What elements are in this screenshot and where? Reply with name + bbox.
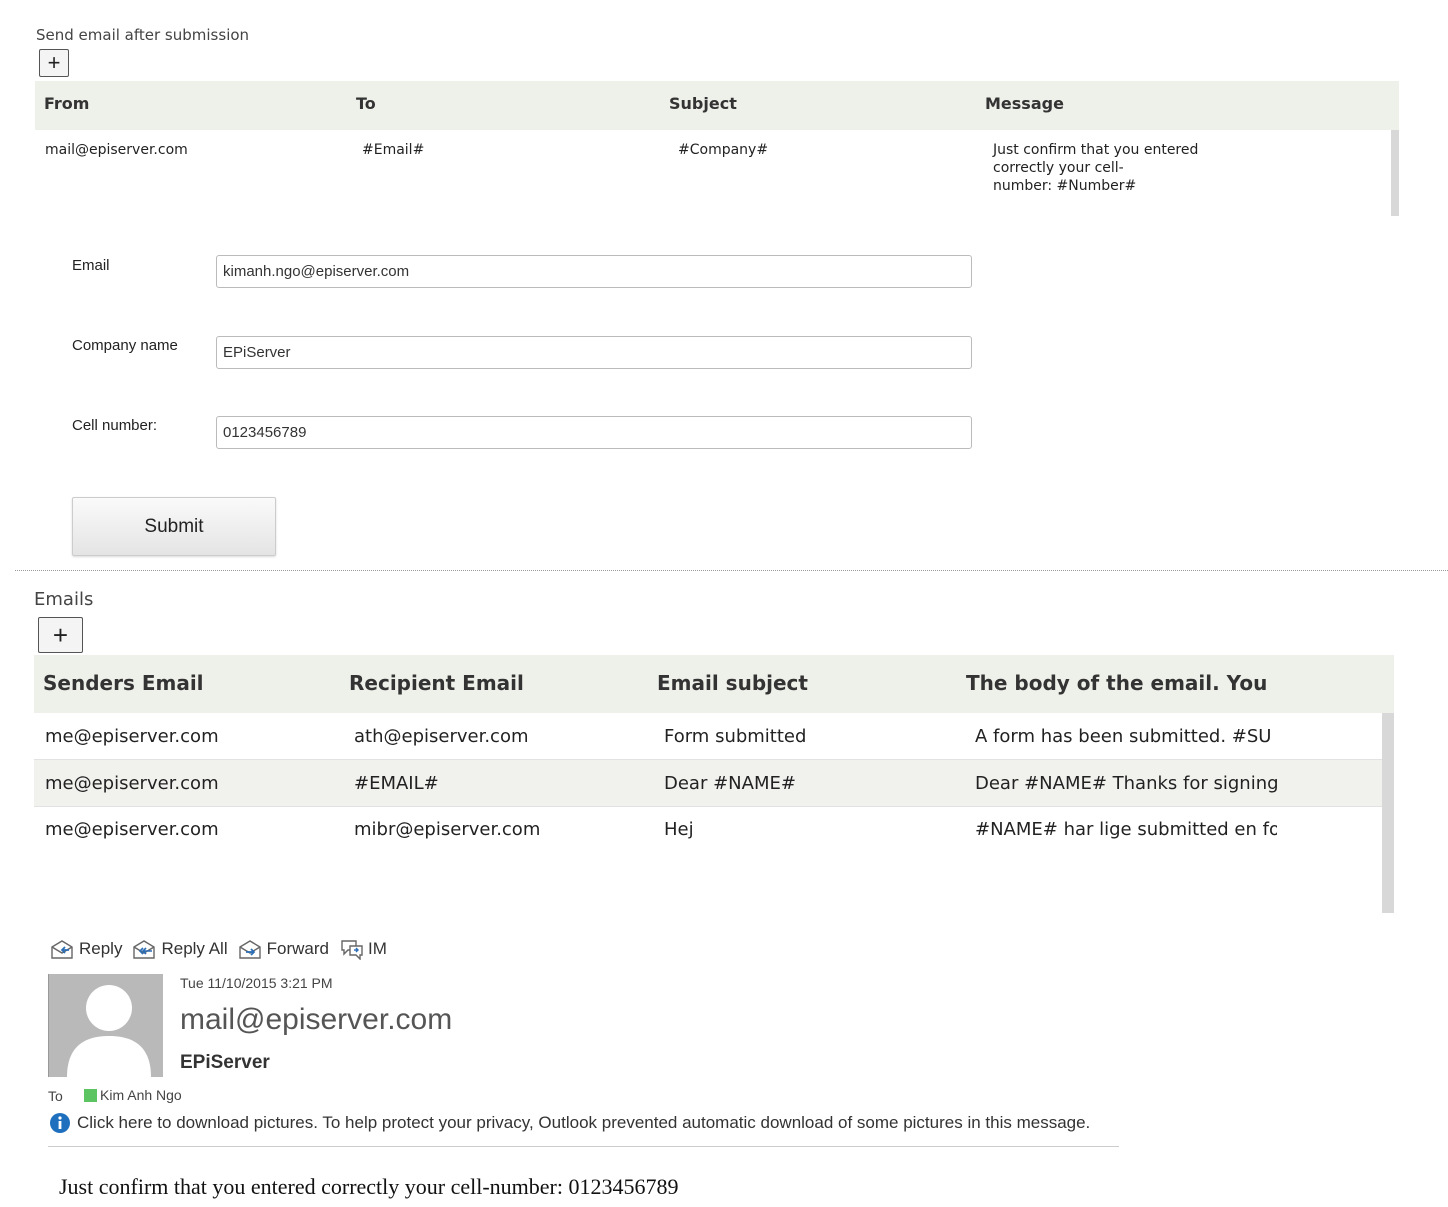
recipient-name[interactable]: Kim Anh Ngo bbox=[100, 1087, 182, 1103]
cell-sender: me@episerver.com bbox=[45, 819, 219, 840]
cell-recipient: #EMAIL# bbox=[354, 773, 439, 794]
im-label: IM bbox=[367, 939, 387, 958]
section-divider bbox=[15, 570, 1448, 571]
send-email-row[interactable]: mail@episerver.com #Email# #Company# Jus… bbox=[35, 130, 1391, 216]
cell-number-label: Cell number: bbox=[72, 417, 158, 434]
cell-subject: Hej bbox=[664, 819, 694, 840]
email-datetime: Tue 11/10/2015 3:21 PM bbox=[180, 975, 333, 991]
reply-all-icon bbox=[132, 938, 158, 960]
cell-subject: Dear #NAME# bbox=[664, 773, 796, 794]
send-email-table-scrollbar[interactable] bbox=[1391, 130, 1399, 216]
header-divider bbox=[48, 1146, 1119, 1147]
column-header-recipient-email: Recipient Email bbox=[349, 671, 524, 695]
email-sender[interactable]: mail@episerver.com bbox=[180, 1003, 452, 1037]
message-line: correctly your cell- bbox=[993, 160, 1124, 176]
cell-message: Just confirm that you entered correctly … bbox=[993, 141, 1198, 195]
reply-button[interactable]: Reply bbox=[50, 938, 122, 960]
cell-to: #Email# bbox=[362, 142, 425, 158]
cell-subject: #Company# bbox=[678, 142, 769, 158]
column-header-email-body: The body of the email. You bbox=[966, 671, 1268, 695]
cell-body: A form has been submitted. #SU bbox=[975, 726, 1272, 747]
reply-label: Reply bbox=[79, 939, 123, 958]
cell-body: #NAME# har lige submitted en fo bbox=[975, 819, 1277, 840]
reply-all-button[interactable]: Reply All bbox=[132, 938, 228, 960]
add-send-email-button[interactable]: + bbox=[39, 49, 69, 77]
company-name-label: Company name bbox=[72, 337, 178, 354]
column-header-subject: Subject bbox=[669, 94, 737, 113]
add-email-button[interactable]: + bbox=[38, 617, 83, 653]
email-company: EPiServer bbox=[180, 1052, 270, 1073]
column-header-email-subject: Email subject bbox=[657, 671, 808, 695]
message-line: Just confirm that you entered bbox=[993, 142, 1199, 158]
download-pictures-infobar[interactable]: Click here to download pictures. To help… bbox=[77, 1113, 1090, 1133]
avatar bbox=[48, 974, 163, 1077]
emails-section-title: Emails bbox=[34, 589, 94, 610]
send-email-section-title: Send email after submission bbox=[36, 26, 250, 44]
im-icon bbox=[339, 938, 365, 960]
forward-button[interactable]: Forward bbox=[238, 938, 329, 960]
column-header-message: Message bbox=[985, 94, 1064, 113]
reply-icon bbox=[50, 938, 76, 960]
emails-table-scrollbar[interactable] bbox=[1382, 713, 1394, 913]
cell-recipient: ath@episerver.com bbox=[354, 726, 529, 747]
forward-label: Forward bbox=[266, 939, 329, 958]
email-field[interactable] bbox=[216, 255, 972, 288]
cell-sender: me@episerver.com bbox=[45, 726, 219, 747]
info-icon bbox=[49, 1112, 71, 1134]
message-line: number: #Number# bbox=[993, 178, 1137, 194]
email-label: Email bbox=[72, 257, 110, 274]
column-header-senders-email: Senders Email bbox=[43, 671, 204, 695]
forward-icon bbox=[238, 938, 264, 960]
table-row[interactable]: me@episerver.com #EMAIL# Dear #NAME# Dea… bbox=[34, 759, 1382, 807]
to-label: To bbox=[48, 1088, 63, 1104]
cell-recipient: mibr@episerver.com bbox=[354, 819, 541, 840]
cell-subject: Form submitted bbox=[664, 726, 807, 747]
presence-status-icon bbox=[84, 1089, 97, 1102]
cell-body: Dear #NAME# Thanks for signing bbox=[975, 773, 1277, 794]
reply-all-label: Reply All bbox=[161, 939, 228, 958]
im-button[interactable]: IM bbox=[339, 938, 387, 960]
submit-button[interactable]: Submit bbox=[72, 497, 276, 556]
email-body: Just confirm that you entered correctly … bbox=[59, 1174, 679, 1199]
column-header-from: From bbox=[44, 94, 90, 113]
cell-from: mail@episerver.com bbox=[45, 142, 188, 158]
email-toolbar: Reply Reply All Forward IM bbox=[50, 938, 387, 960]
company-name-field[interactable] bbox=[216, 336, 972, 369]
cell-number-field[interactable] bbox=[216, 416, 972, 449]
table-row[interactable]: me@episerver.com ath@episerver.com Form … bbox=[34, 713, 1382, 759]
table-row[interactable]: me@episerver.com mibr@episerver.com Hej … bbox=[34, 806, 1382, 852]
column-header-to: To bbox=[356, 94, 376, 113]
cell-sender: me@episerver.com bbox=[45, 773, 219, 794]
emails-table-header: Senders Email Recipient Email Email subj… bbox=[34, 655, 1394, 713]
send-email-table-header: From To Subject Message bbox=[35, 81, 1399, 130]
